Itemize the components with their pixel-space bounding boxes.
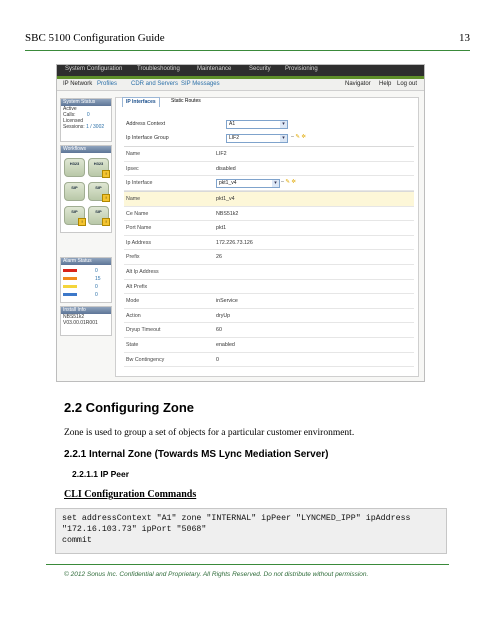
- page-number: 13: [459, 32, 470, 44]
- detail-row: State enabled: [124, 338, 414, 353]
- navigator-link[interactable]: Navigator: [345, 81, 371, 87]
- status-sessions: Sessions: 1 / 3002: [63, 124, 105, 130]
- detail-row: Name pkt1_v4: [124, 192, 414, 207]
- code-line: commit: [62, 536, 92, 545]
- detail-row: Alt Ip Address: [124, 265, 414, 280]
- header-rule: [25, 50, 470, 51]
- workflows-title: Workflows: [61, 146, 111, 153]
- section-intro: Zone is used to group a set of objects f…: [64, 428, 355, 438]
- ip-interface-group-select[interactable]: LIF2: [226, 134, 288, 143]
- address-context-select[interactable]: A1: [226, 120, 288, 129]
- detail-row: Action dryUp: [124, 309, 414, 324]
- top-navigation: System Configuration Troubleshooting Mai…: [57, 65, 424, 79]
- warning-icon: !: [102, 194, 110, 202]
- detail-row: Ip Address 172.226.73.126: [124, 236, 414, 251]
- workflow-sip-1[interactable]: SIP: [64, 182, 85, 201]
- group-row-ipsec: Ipsec disabled: [124, 162, 414, 177]
- nav-security[interactable]: Security: [249, 66, 271, 72]
- nav-maintenance[interactable]: Maintenance: [197, 66, 231, 72]
- nav-troubleshooting[interactable]: Troubleshooting: [137, 66, 180, 72]
- alarm-status-title: Alarm Status: [61, 258, 111, 265]
- workflow-h323-1[interactable]: H323: [64, 158, 85, 177]
- subnav-cdr-servers[interactable]: CDR and Servers: [131, 81, 178, 87]
- footer-text: © 2012 Sonus Inc. Confidential and Propr…: [64, 571, 369, 578]
- subnav-ip-network[interactable]: IP Network: [63, 81, 92, 87]
- alarm-info[interactable]: 0: [63, 292, 98, 298]
- address-context-label: Address Context: [126, 121, 166, 127]
- main-panel: IP Interfaces Static Routes Address Cont…: [115, 97, 419, 377]
- row-tools-icons[interactable]: – ✎ ✲: [291, 134, 306, 140]
- section-heading: 2.2 Configuring Zone: [64, 400, 194, 415]
- sub-navigation: IP Network Profiles CDR and Servers SIP …: [57, 79, 424, 91]
- ip-interface-group-label: Ip Interface Group: [126, 135, 169, 141]
- code-line: "172.16.103.73" ipPort "5068": [62, 525, 207, 534]
- detail-row: Ce Name NBS51k2: [124, 207, 414, 222]
- detail-row: Dryup Timeout 60: [124, 323, 414, 338]
- detail-row: Mode inService: [124, 294, 414, 309]
- install-version: V03.00.01R001: [63, 320, 98, 326]
- subnav-profiles[interactable]: Profiles: [97, 81, 117, 87]
- help-link[interactable]: Help: [379, 81, 391, 87]
- warning-icon: !: [78, 218, 86, 226]
- nav-system-configuration[interactable]: System Configuration: [65, 66, 122, 72]
- page-header: SBC 5100 Configuration Guide 13: [25, 32, 470, 48]
- install-info-title: Install Info: [61, 307, 111, 314]
- workflows-panel: Workflows H323 H323! SIP SIP! SIP! SIP!: [60, 145, 112, 233]
- subsection-heading: 2.2.1 Internal Zone (Towards MS Lync Med…: [64, 449, 329, 460]
- cli-heading: CLI Configuration Commands: [64, 489, 197, 500]
- workflow-h323-2[interactable]: H323!: [88, 158, 110, 178]
- group-row-name: Name LIF2: [124, 147, 414, 162]
- group-grid: Name LIF2 Ipsec disabled Ip Interface pkt1…: [124, 146, 414, 191]
- workflow-sip-3[interactable]: SIP!: [64, 206, 86, 226]
- ip-interface-row: Ip Interface pkt1_v4 – ✎ ✲: [124, 176, 414, 191]
- detail-row: Port Name pkt1: [124, 221, 414, 236]
- detail-row: Prefix 26: [124, 250, 414, 265]
- workflow-sip-4[interactable]: SIP!: [88, 206, 110, 226]
- tab-ip-interfaces[interactable]: IP Interfaces: [122, 97, 160, 107]
- interface-tools-icons[interactable]: – ✎ ✲: [281, 179, 296, 185]
- ip-interface-select[interactable]: pkt1_v4: [216, 179, 280, 189]
- system-status-title: System Status: [61, 99, 111, 106]
- system-status-panel: System Status Active Calls: 0 Licensed S…: [60, 98, 112, 142]
- workflow-sip-2[interactable]: SIP!: [88, 182, 110, 202]
- alarm-status-panel: Alarm Status 0 15 0 0: [60, 257, 112, 303]
- subsubsection-heading: 2.2.1.1 IP Peer: [72, 469, 130, 479]
- alarm-major[interactable]: 15: [63, 276, 101, 282]
- detail-grid: Name pkt1_v4 Ce Name NBS51k2 Port Name pkt1…: [124, 191, 414, 368]
- alarm-minor[interactable]: 0: [63, 284, 98, 290]
- detail-row: Bw Contingency 0: [124, 353, 414, 368]
- embedded-screenshot: System Configuration Troubleshooting Mai…: [56, 64, 425, 382]
- alarm-critical[interactable]: 0: [63, 268, 98, 274]
- subnav-sip-messages[interactable]: SIP Messages: [181, 81, 220, 87]
- document-title: SBC 5100 Configuration Guide: [25, 32, 165, 44]
- install-info-panel: Install Info NBS51k2 V03.00.01R001: [60, 306, 112, 336]
- detail-row: Alt Prefix: [124, 280, 414, 295]
- nav-provisioning[interactable]: Provisioning: [285, 66, 318, 72]
- tab-static-routes[interactable]: Static Routes: [168, 97, 204, 106]
- code-block: set addressContext "A1" zone "INTERNAL" …: [55, 508, 447, 554]
- logout-link[interactable]: Log out: [397, 81, 417, 87]
- warning-icon: !: [102, 218, 110, 226]
- code-line: set addressContext "A1" zone "INTERNAL" …: [62, 514, 411, 523]
- footer-rule: [46, 564, 449, 565]
- warning-icon: !: [102, 170, 110, 178]
